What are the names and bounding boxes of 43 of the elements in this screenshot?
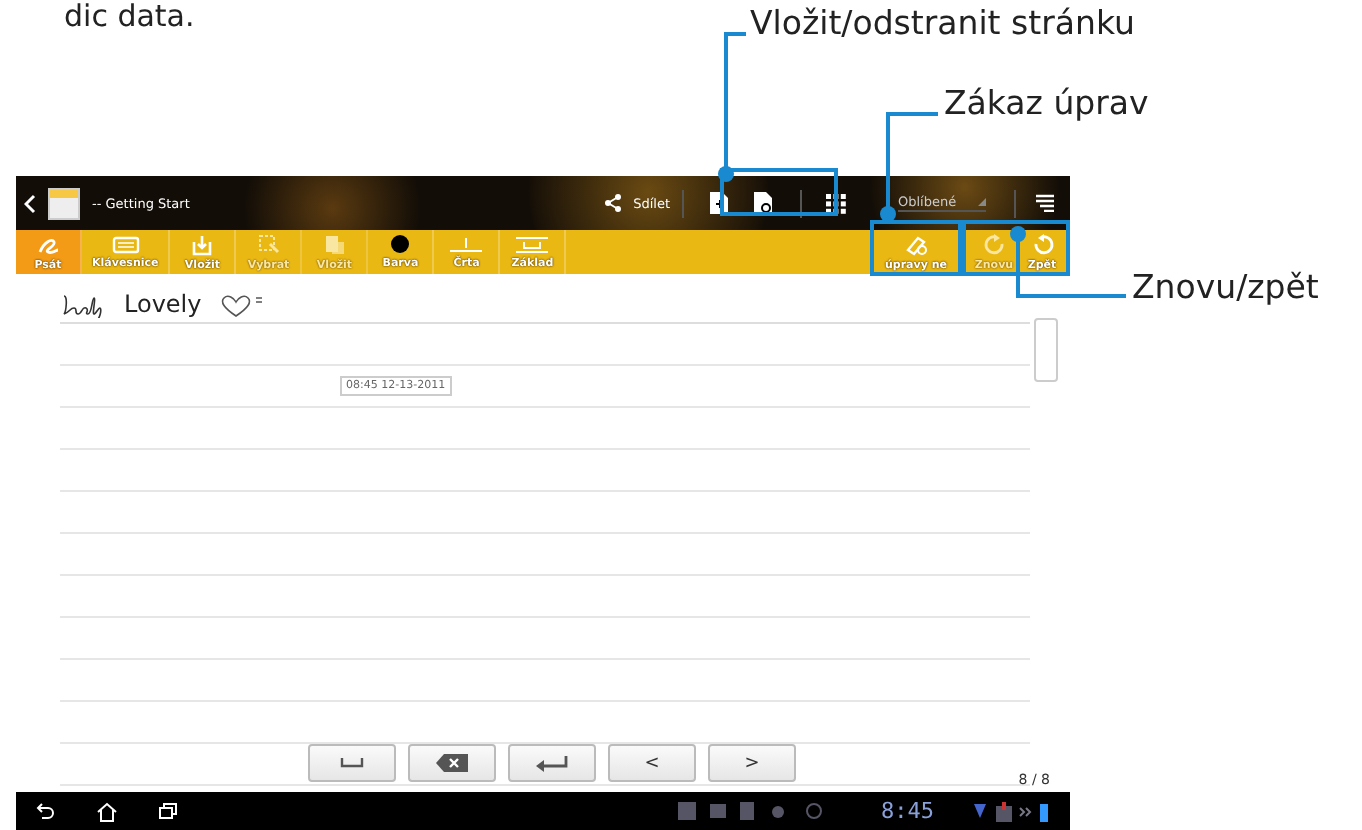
recent-apps-icon[interactable]: [158, 802, 178, 820]
redo-icon: [983, 233, 1005, 255]
notebook-icon[interactable]: [48, 187, 80, 219]
paper-base-icon: [514, 235, 551, 253]
space-key-icon: [340, 758, 364, 768]
backspace-key[interactable]: [408, 744, 496, 782]
share-icon[interactable]: [603, 194, 622, 212]
eraser-icon: [904, 233, 928, 255]
delete-page-icon[interactable]: [754, 192, 772, 214]
dropdown-arrow-icon: [978, 198, 986, 206]
caption-text: dic data.: [64, 0, 195, 34]
menu-icon[interactable]: [1036, 194, 1054, 212]
enter-icon: [536, 755, 568, 771]
left-key[interactable]: <: [608, 744, 696, 782]
callout-label: Vložit/odstranit stránku: [750, 4, 1135, 42]
backspace-icon: [436, 754, 468, 772]
select-icon: [257, 233, 280, 255]
undo-icon: [1031, 233, 1053, 255]
paste-icon: [323, 233, 346, 255]
insert-icon: [190, 233, 215, 255]
grid-icon[interactable]: [826, 193, 846, 213]
highlight-frame: [870, 220, 962, 276]
typed-text: Lovely: [124, 290, 202, 318]
clock-text: 8:45: [881, 798, 934, 824]
leader-line: [1010, 226, 1126, 298]
highlight-frame: [962, 220, 1070, 276]
back-icon[interactable]: [36, 802, 56, 820]
heart-sketch-drawing: [217, 292, 266, 318]
callout-label: Znovu/zpět: [1132, 268, 1319, 306]
color-dot-icon: [390, 234, 411, 254]
home-icon[interactable]: [96, 801, 118, 821]
status-icons-drawing: [974, 801, 1050, 821]
highlight-frame: [720, 168, 838, 216]
space-key[interactable]: [308, 744, 396, 782]
enter-key[interactable]: [508, 744, 596, 782]
back-icon[interactable]: [24, 193, 36, 213]
handwriting-drawing: [60, 292, 108, 318]
right-key[interactable]: >: [708, 744, 796, 782]
scrollbar-thumb[interactable]: [1034, 318, 1058, 382]
callout-label: Zákaz úprav: [944, 84, 1149, 122]
pen-icon: [36, 233, 60, 255]
stroke-width-icon: [448, 235, 485, 253]
keyboard-icon: [111, 235, 140, 253]
